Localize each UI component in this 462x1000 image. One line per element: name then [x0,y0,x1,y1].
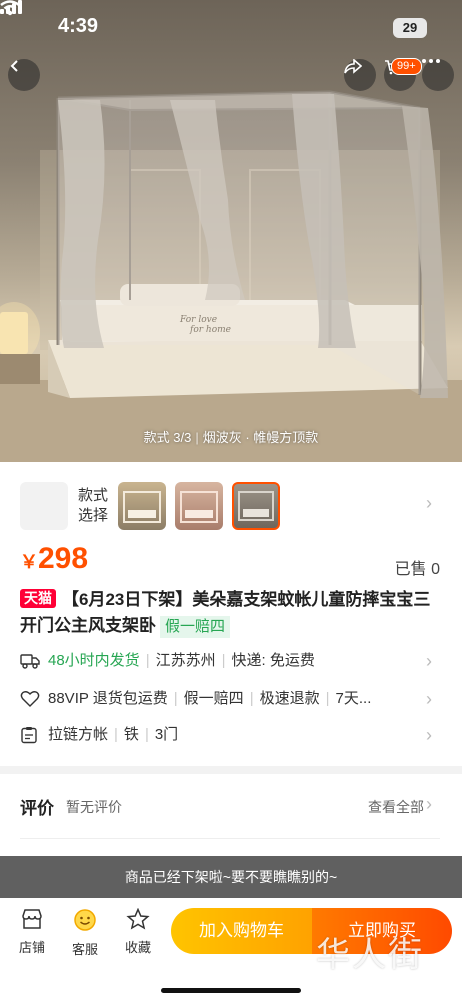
product-price: ￥298 [20,542,88,576]
favorite-nav-button[interactable]: 收藏 [116,907,160,956]
spec-item-2: 铁 [123,726,139,743]
star-icon [126,907,150,930]
style-label-line2: 选择 [78,507,109,524]
chevron-right-icon: › [426,651,432,671]
ship-origin: 江苏苏州 [155,652,216,669]
favorite-label: 收藏 [124,940,151,955]
sold-count: 已售 0 [394,561,440,578]
service-item-1: 88VIP 退货包运费 [48,690,168,707]
guarantee-tag: 假一赔四 [160,616,231,638]
price-currency: ￥ [20,552,38,572]
share-icon [344,59,362,74]
product-page: For love for home 4:39 29 99+ 款式 3/3 | 烟… [0,0,462,1000]
price-amount: 298 [38,542,89,575]
spec-item-1: 拉链方帐 [48,726,109,743]
service-item-2: 假一赔四 [183,690,244,707]
variant-caption: 款式 3/3 | 烟波灰 · 帷幔方顶款 [143,430,319,445]
style-placeholder [20,482,68,530]
shipping-row[interactable]: 48小时内发货 | 江苏苏州 | 快递: 免运费 › [20,648,440,674]
customer-service-label: 客服 [71,942,98,957]
heart-icon [20,691,40,707]
services-row[interactable]: 88VIP 退货包运费 | 假一赔四 | 极速退款 | 7天... › [20,686,440,712]
chevron-right-icon: › [426,725,432,745]
view-all-reviews-link[interactable]: 查看全部 [368,797,424,817]
status-time: 4:39 [58,15,99,37]
service-item-3: 极速退款 [259,690,320,707]
share-button[interactable] [344,59,376,91]
more-button[interactable] [422,59,454,91]
more-dots-icon [422,59,440,63]
review-empty-text: 暂无评价 [66,799,122,815]
spec-item-3: 3门 [154,726,179,743]
watermark-en: HUAREN.JIEI [325,974,424,987]
customer-service-nav-button[interactable]: 客服 [63,908,107,958]
cart-count-badge: 99+ [391,58,422,75]
review-title: 评价 [20,799,54,818]
chevron-left-icon [10,60,18,72]
divider [20,838,440,839]
review-section: 评价 暂无评价 查看全部 › [0,774,462,856]
chevron-right-icon: › [426,493,432,513]
service-item-4: 7天... [335,690,372,707]
delivery-fee: 快递: 免运费 [231,652,315,669]
truck-icon [20,654,40,669]
watermark-logo: 华人街 HUAREN.JIEI [316,936,424,987]
watermark-cn: 华人街 [316,935,424,975]
store-nav-button[interactable]: 店铺 [10,908,54,956]
product-hero-image[interactable]: For love for home 4:39 29 99+ 款式 3/3 | 烟… [0,0,462,462]
style-thumbnail-2[interactable] [175,482,223,530]
customer-service-icon [74,909,96,931]
style-label: 款式 选择 [78,486,108,526]
wifi-icon [0,0,20,16]
clipboard-icon [21,727,37,744]
chevron-right-icon: › [426,794,432,814]
variant-index: 款式 3/3 [143,430,192,445]
home-indicator[interactable] [161,988,301,993]
product-title: 天猫 【6月23日下架】美朵嘉支架蚊帐儿童防摔宝宝三开门公主风支架卧 假一赔四 [20,587,440,639]
battery-indicator: 29 [393,18,427,38]
specs-row[interactable]: 拉链方帐 | 铁 | 3门 › [20,722,440,748]
product-info-card: 款式 选择 › ￥298 已售 0 天猫 【6月23日下架】美朵嘉支架蚊帐儿童防摔… [0,462,462,766]
store-label: 店铺 [18,940,45,955]
variant-name: 烟波灰 · 帷幔方顶款 [202,430,319,445]
status-bar: 4:39 29 [0,0,462,56]
tmall-badge: 天猫 [20,589,56,608]
bed-embroidery-text-1: For love [179,315,217,325]
add-to-cart-button[interactable]: 加入购物车 [171,908,312,954]
back-button[interactable] [8,59,40,91]
chevron-right-icon: › [426,689,432,709]
store-icon [22,909,42,929]
dispatch-time: 48小时内发货 [48,652,140,669]
style-label-line1: 款式 [78,487,109,504]
offline-notice-banner[interactable]: 商品已经下架啦~要不要瞧瞧别的~ [0,856,462,898]
bed-embroidery-text-2: for home [189,325,231,335]
style-thumbnail-3-selected[interactable] [232,482,280,530]
style-thumbnail-1[interactable] [118,482,166,530]
style-selector[interactable]: 款式 选择 › [20,480,440,532]
